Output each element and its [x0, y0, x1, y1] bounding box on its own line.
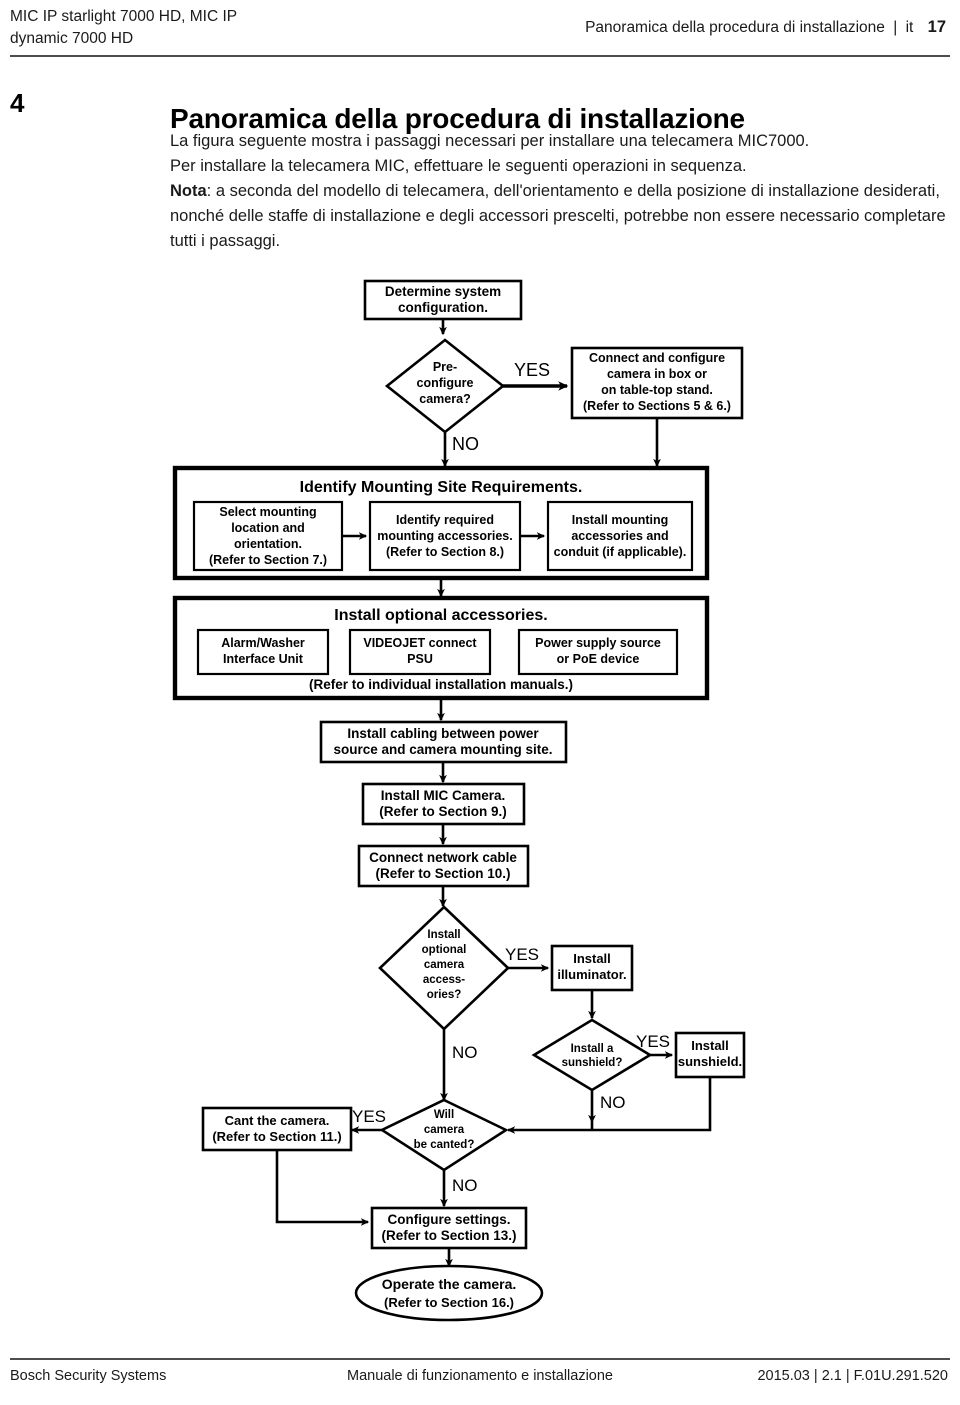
node-select-location-line-4: (Refer to Section 7.): [209, 553, 327, 567]
node-preconfigure-line-2: configure: [417, 376, 474, 390]
chapter-number: 4: [10, 88, 25, 118]
note-body: : a seconda del modello di telecamera, d…: [170, 182, 946, 250]
node-optional-camera-line-2: optional: [422, 944, 467, 956]
node-optional-camera-line-1: Install: [427, 929, 460, 941]
node-connect-configure-line-4: (Refer to Sections 5 & 6.): [583, 399, 731, 413]
node-videojet-psu-line-2: PSU: [407, 652, 433, 666]
edge-label-canted-yes: YES: [352, 1107, 386, 1126]
node-videojet-psu-line-1: VIDEOJET connect: [363, 636, 477, 650]
intro-line-2: Per installare la telecamera MIC, effett…: [170, 157, 747, 175]
footer-document-id: 2015.03 | 2.1 | F.01U.291.520: [757, 1368, 948, 1384]
node-operate-camera: [354, 1264, 544, 1322]
edge-label-canted-no: NO: [452, 1176, 478, 1195]
node-sunshield-question-line-1: Install a: [571, 1043, 614, 1055]
node-install-illuminator-line-1: Install: [573, 951, 611, 966]
node-alarm-washer-line-2: Interface Unit: [223, 652, 304, 666]
node-install-cabling-line-2: source and camera mounting site.: [333, 742, 552, 757]
node-select-location-line-2: location and: [231, 521, 305, 535]
node-connect-network-line-2: (Refer to Section 10.): [375, 866, 510, 881]
node-install-illuminator-line-2: illuminator.: [557, 967, 626, 982]
node-optional-camera-line-4: access-: [423, 974, 465, 986]
edge-cant-to-configure: [275, 1150, 370, 1226]
node-canted-line-2: camera: [424, 1124, 465, 1136]
node-canted-line-1: Will: [434, 1109, 454, 1121]
edge-label-optional-camera-no: NO: [452, 1043, 478, 1062]
node-operate-camera-line-1: Operate the camera.: [382, 1276, 517, 1292]
page-footer: Bosch Security Systems Manuale di funzio…: [0, 1368, 960, 1398]
node-power-supply-line-2: or PoE device: [557, 652, 640, 666]
node-install-mounting-line-2: accessories and: [571, 529, 668, 543]
header-page-number: 17: [927, 18, 946, 36]
edge-label-preconfigure-no: NO: [452, 434, 479, 454]
intro-note: Nota: a seconda del modello di telecamer…: [170, 179, 960, 254]
edge-label-optional-camera-yes: YES: [505, 945, 539, 964]
node-install-sunshield-line-2: sunshield.: [678, 1054, 742, 1069]
group-optional-accessories-footnote: (Refer to individual installation manual…: [309, 677, 573, 692]
node-alarm-washer-line-1: Alarm/Washer: [221, 636, 305, 650]
header-section-title: Panoramica della procedura di installazi…: [585, 19, 885, 36]
node-determine-config-line-1: Determine system: [385, 284, 501, 299]
node-optional-camera-line-5: ories?: [427, 989, 462, 1001]
edge-label-sunshield-yes: YES: [636, 1032, 670, 1051]
node-identify-accessories-line-2: mounting accessories.: [377, 529, 512, 543]
node-install-mounting-line-1: Install mounting: [572, 513, 669, 527]
installation-procedure-flowchart: Determine system configuration. Pre- con…: [0, 270, 960, 1330]
node-determine-config-line-2: configuration.: [398, 300, 488, 315]
node-install-mounting-line-3: conduit (if applicable).: [554, 545, 687, 559]
node-connect-configure-line-1: Connect and configure: [589, 351, 725, 365]
intro-text: La figura seguente mostra i passaggi nec…: [170, 129, 960, 254]
header-product-line-2: dynamic 7000 HD: [10, 30, 134, 47]
node-preconfigure-line-1: Pre-: [433, 360, 457, 374]
node-cant-camera-line-1: Cant the camera.: [225, 1113, 330, 1128]
header-section-info: Panoramica della procedura di installazi…: [585, 16, 946, 39]
node-sunshield-question-line-2: sunshield?: [562, 1057, 623, 1069]
header-divider: [10, 55, 950, 57]
header-language: it: [905, 19, 914, 36]
header-product-line-1: MIC IP starlight 7000 HD, MIC IP: [10, 8, 238, 25]
group-optional-accessories-title: Install optional accessories.: [334, 607, 547, 624]
node-install-mic-camera-line-1: Install MIC Camera.: [381, 788, 506, 803]
node-configure-settings-line-2: (Refer to Section 13.): [381, 1228, 516, 1243]
node-select-location-line-3: orientation.: [234, 537, 302, 551]
footer-divider: [10, 1358, 950, 1360]
group-mounting-site-title: Identify Mounting Site Requirements.: [300, 479, 583, 496]
node-power-supply-line-1: Power supply source: [535, 636, 661, 650]
node-install-cabling-line-1: Install cabling between power: [347, 726, 539, 741]
node-configure-settings-line-1: Configure settings.: [387, 1212, 510, 1227]
edge-label-sunshield-no: NO: [600, 1093, 626, 1112]
node-connect-configure-line-3: on table-top stand.: [601, 383, 713, 397]
node-install-mic-camera-line-2: (Refer to Section 9.): [379, 804, 507, 819]
node-select-location-line-1: Select mounting: [219, 505, 316, 519]
node-install-sunshield-question: [531, 1018, 653, 1092]
node-install-sunshield-line-1: Install: [691, 1038, 729, 1053]
node-optional-camera-line-3: camera: [424, 959, 465, 971]
node-canted-line-3: be canted?: [414, 1139, 475, 1151]
intro-line-1: La figura seguente mostra i passaggi nec…: [170, 132, 810, 150]
node-identify-accessories-line-1: Identify required: [396, 513, 494, 527]
node-cant-camera-line-2: (Refer to Section 11.): [212, 1129, 341, 1144]
node-connect-configure-line-2: camera in box or: [607, 367, 707, 381]
edge-label-preconfigure-yes: YES: [514, 360, 550, 380]
page-header: MIC IP starlight 7000 HD, MIC IP dynamic…: [0, 0, 960, 57]
header-product-name: MIC IP starlight 7000 HD, MIC IP dynamic…: [10, 6, 430, 50]
node-connect-network-line-1: Connect network cable: [369, 850, 517, 865]
note-label: Nota: [170, 182, 207, 200]
node-preconfigure-line-3: camera?: [419, 392, 470, 406]
node-operate-camera-line-2: (Refer to Section 16.): [384, 1295, 514, 1310]
header-separator: |: [893, 19, 898, 36]
node-identify-accessories-line-3: (Refer to Section 8.): [386, 545, 504, 559]
